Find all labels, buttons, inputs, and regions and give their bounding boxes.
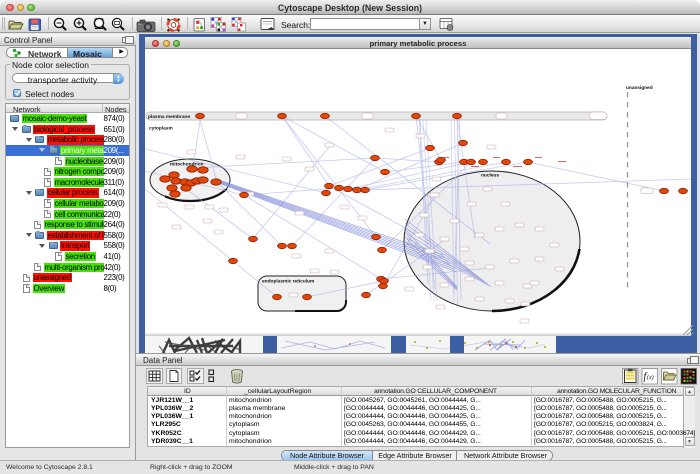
- svg-text:endoplasmic reticulum: endoplasmic reticulum: [262, 279, 314, 285]
- svg-text:cytoplasm: cytoplasm: [149, 126, 173, 132]
- svg-text:mitochondrion: mitochondrion: [170, 162, 204, 168]
- svg-text:unassigned: unassigned: [626, 85, 653, 91]
- svg-text:(x): (x): [647, 374, 654, 381]
- svg-text:nucleus: nucleus: [481, 173, 499, 179]
- svg-text:plasma membrane: plasma membrane: [148, 114, 190, 120]
